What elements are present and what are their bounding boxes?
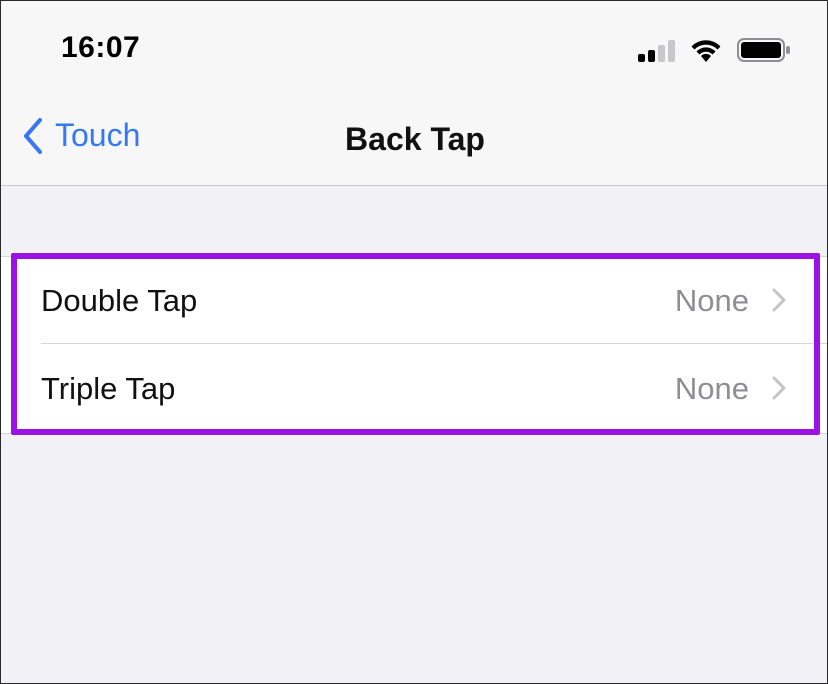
cellular-signal-icon (638, 38, 675, 62)
wifi-icon (691, 40, 721, 62)
setting-row-triple-tap[interactable]: Triple Tap None (1, 345, 827, 433)
battery-icon (737, 38, 790, 62)
setting-row-value: None (674, 371, 749, 406)
setting-row-label: Double Tap (41, 283, 198, 318)
screen-frame: 16:07 Touch Back Tap Double Tap None Tri… (0, 0, 828, 684)
back-tap-settings-group: Double Tap None Triple Tap None (1, 256, 827, 434)
page-title: Back Tap (345, 121, 485, 157)
row-divider (41, 343, 827, 344)
setting-row-double-tap[interactable]: Double Tap None (1, 257, 827, 345)
top-bar: 16:07 Touch Back Tap (1, 1, 827, 186)
setting-row-value: None (674, 283, 749, 318)
chevron-right-icon (772, 288, 786, 312)
chevron-right-icon (772, 376, 786, 400)
status-icons (638, 37, 791, 63)
setting-row-label: Triple Tap (41, 371, 176, 406)
status-time: 16:07 (61, 31, 141, 64)
